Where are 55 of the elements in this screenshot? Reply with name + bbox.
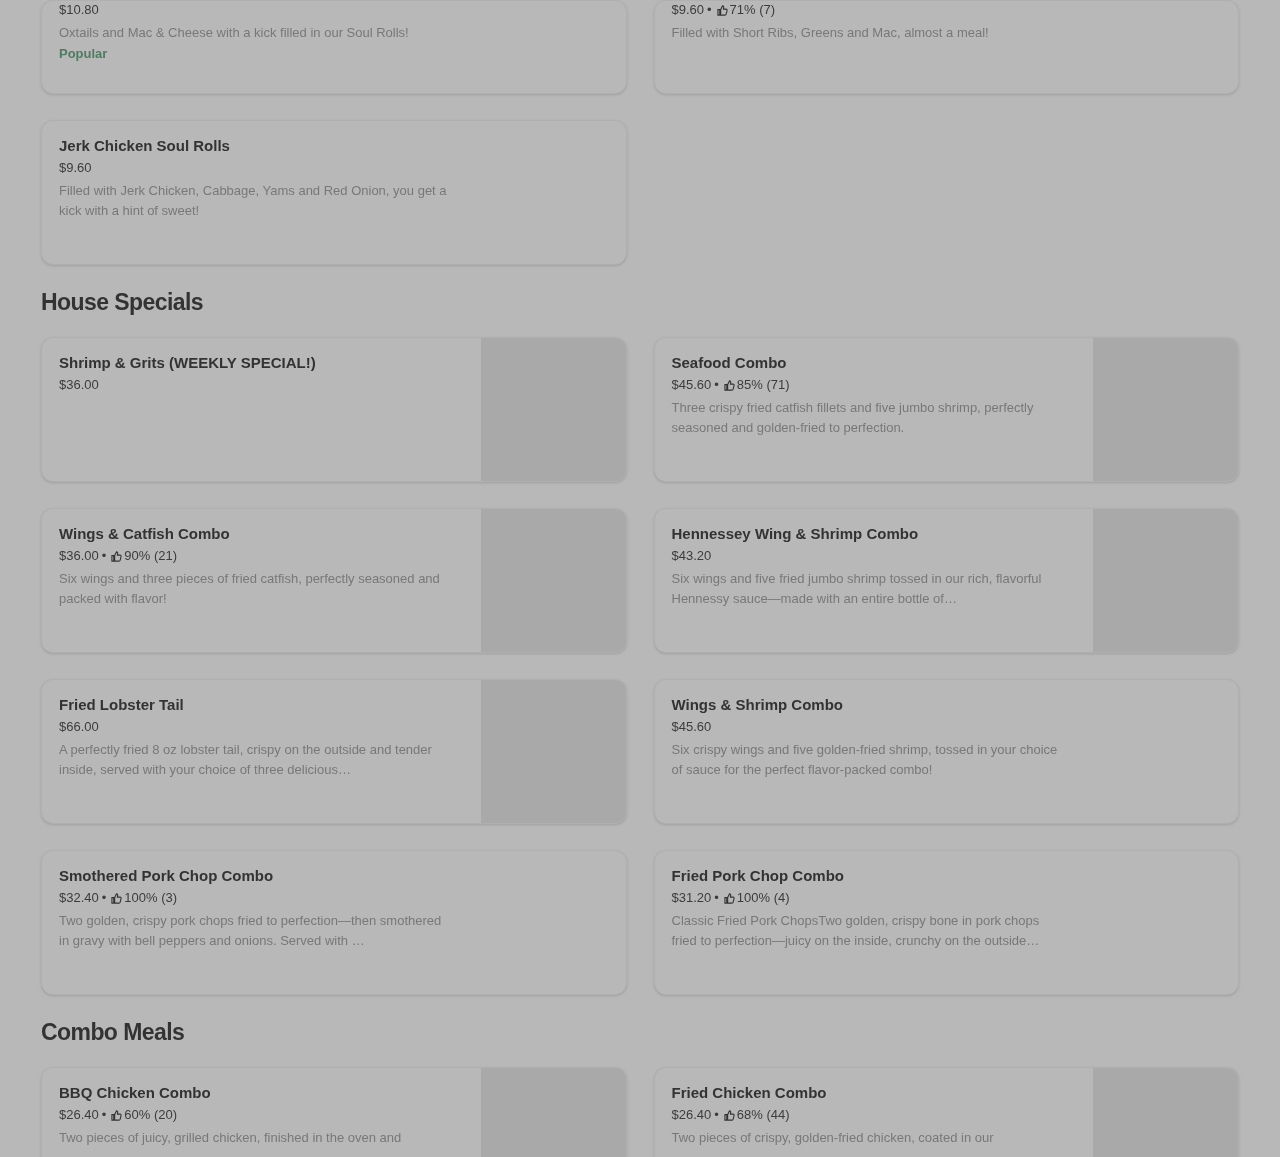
item-name: BBQ Chicken Combo <box>59 1083 211 1103</box>
item-name: Shrimp & Grits (WEEKLY SPECIAL!) <box>59 353 316 373</box>
menu-item-card[interactable]: Jerk Chicken Soul Rolls $9.60 Filled with Jerk Chicken, Cabbage, Yams and Red Onion, you get a kick with a hint of sweet! <box>41 120 627 265</box>
item-name: Fried Pork Chop Combo <box>671 866 844 886</box>
item-description: Six wings and three pieces of fried catfish, perfectly seasoned and packed with flavor! <box>59 570 441 608</box>
menu-item-card[interactable]: Fried Lobster Tail $66.00 A perfectly fried 8 oz lobster tail, crispy on the outside and tender inside, served with your choice of three delicious… <box>41 679 627 824</box>
item-description: A perfectly fried 8 oz lobster tail, crispy on the outside and tender inside, served with your choice of three delicious… <box>59 741 433 779</box>
section-heading: Combo Meals <box>41 1018 186 1047</box>
item-name: Seafood Combo <box>671 353 787 373</box>
item-price-rating: $32.40 • 100% (3) <box>59 889 178 907</box>
item-description: Six wings and five fried jumbo shrimp tossed in our rich, flavorful Hennessy sauce—made with an entire bottle of… <box>671 570 1043 608</box>
menu-item-card[interactable]: Seafood Combo $45.60 • 85% (71) Three crispy fried catfish fillets and five jumbo shrimp, perfectly seasoned and golden-fried to perfection. <box>653 337 1239 482</box>
menu-item-card[interactable]: Fried Pork Chop Combo $31.20 • 100% (4) Classic Fried Pork ChopsTwo golden, crispy bone in pork chops fried to perfection—juicy on the inside, crunchy on the outside… <box>653 850 1239 995</box>
thumbs-up-icon <box>723 1110 735 1122</box>
item-price-rating: $9.60 • 71% (7) <box>671 1 776 19</box>
menu-item-card[interactable]: $9.60 • 71% (7) Filled with Short Ribs, Greens and Mac, almost a meal! <box>653 0 1239 94</box>
item-name: Fried Lobster Tail <box>59 695 184 715</box>
section-heading: House Specials <box>41 288 204 317</box>
thumbs-up-icon <box>723 893 735 905</box>
item-description: Two pieces of crispy, golden-fried chicken, coated in our <box>671 1129 994 1147</box>
thumbs-up-icon <box>723 380 735 392</box>
thumbs-up-icon <box>716 5 728 17</box>
item-price-rating: $66.00 <box>59 718 99 736</box>
thumbs-up-icon <box>111 893 123 905</box>
item-price-rating: $26.40 • 60% (20) <box>59 1106 178 1124</box>
menu-item-card[interactable]: Smothered Pork Chop Combo $32.40 • 100% (3) Two golden, crispy pork chops fried to perfection—then smothered in gravy with bell peppers and onions. Served with … <box>41 850 627 995</box>
menu-item-card[interactable]: Hennessey Wing & Shrimp Combo $43.20 Six wings and five fried jumbo shrimp tossed in our rich, flavorful Hennessy sauce—made with an entire bottle of… <box>653 508 1239 653</box>
menu-item-card[interactable]: Wings & Catfish Combo $36.00 • 90% (21) Six wings and three pieces of fried catfish, perfectly seasoned and packed with flavor! <box>41 508 627 653</box>
item-name: Hennessey Wing & Shrimp Combo <box>671 524 919 544</box>
item-price-rating: $45.60 • 85% (71) <box>671 376 790 394</box>
item-price-rating: $45.60 <box>671 718 712 736</box>
menu-item-card[interactable]: Wings & Shrimp Combo $45.60 Six crispy wings and five golden-fried shrimp, tossed in your choice of sauce for the perfect flavor-packed combo! <box>653 679 1239 824</box>
item-price-rating: $9.60 <box>59 159 92 177</box>
thumbs-up-icon <box>111 1110 123 1122</box>
item-description: Filled with Short Ribs, Greens and Mac, almost a meal! <box>671 24 989 42</box>
thumbs-up-icon <box>111 551 123 563</box>
item-price-rating: $36.00 <box>59 376 99 394</box>
item-price-rating: $10.80 <box>59 1 99 19</box>
item-description: Classic Fried Pork ChopsTwo golden, crispy bone in pork chops fried to perfection—juicy on the inside, crunchy on the outside… <box>671 912 1041 950</box>
menu-item-card[interactable]: Fried Chicken Combo $26.40 • 68% (44) Two pieces of crispy, golden-fried chicken, coated in our <box>653 1067 1239 1157</box>
item-description: Six crispy wings and five golden-fried shrimp, tossed in your choice of sauce for the perfect flavor-packed combo! <box>671 741 1059 779</box>
item-description: Filled with Jerk Chicken, Cabbage, Yams and Red Onion, you get a kick with a hint of sweet! <box>59 182 448 220</box>
item-price-rating: $36.00 • 90% (21) <box>59 547 178 565</box>
item-description: Three crispy fried catfish fillets and five jumbo shrimp, perfectly seasoned and golden-fried to perfection. <box>671 399 1035 437</box>
popular-label: Popular <box>59 45 108 63</box>
item-name: Wings & Catfish Combo <box>59 524 230 544</box>
item-description: Two golden, crispy pork chops fried to perfection—then smothered in gravy with bell peppers and onions. Served with … <box>59 912 443 950</box>
item-name: Smothered Pork Chop Combo <box>59 866 274 886</box>
item-price-rating: $43.20 <box>671 547 712 565</box>
item-price-rating: $31.20 • 100% (4) <box>671 889 790 907</box>
item-name: Wings & Shrimp Combo <box>671 695 844 715</box>
item-name: Jerk Chicken Soul Rolls <box>59 136 230 156</box>
item-price-rating: $26.40 • 68% (44) <box>671 1106 790 1124</box>
item-name: Fried Chicken Combo <box>671 1083 827 1103</box>
menu-item-card[interactable]: Shrimp & Grits (WEEKLY SPECIAL!) $36.00 <box>41 337 627 482</box>
